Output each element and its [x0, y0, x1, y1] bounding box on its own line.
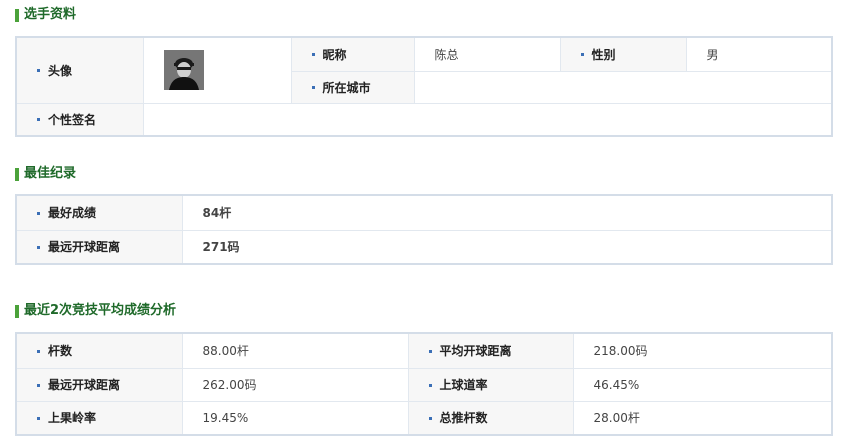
profile-panel: 头像 昵称 陈总 性别 男 所在城市 个性签名 — [15, 36, 833, 137]
profile-section-title: 选手资料 — [15, 7, 76, 23]
stat-value: 46.45% — [572, 367, 831, 402]
best-table: 最好成绩 84杆 最远开球距离 271码 — [17, 196, 831, 263]
nickname-label: 昵称 — [290, 38, 415, 72]
avatar-cell — [142, 38, 292, 104]
table-row: 杆数 88.00杆 平均开球距离 218.00码 — [17, 334, 831, 369]
city-label: 所在城市 — [291, 70, 415, 104]
stat-label: 平均开球距离 — [407, 334, 574, 369]
recent-table: 杆数 88.00杆 平均开球距离 218.00码 最远开球距离 262.00码 … — [17, 334, 831, 434]
recent-section-title: 最近2次竞技平均成绩分析 — [15, 303, 176, 319]
stat-label: 最远开球距离 — [17, 367, 183, 402]
best-panel: 最好成绩 84杆 最远开球距离 271码 — [15, 194, 833, 265]
avatar-label: 头像 — [17, 38, 144, 104]
longest-drive-label: 最远开球距离 — [17, 229, 183, 263]
gender-label: 性别 — [559, 38, 687, 72]
stat-value: 28.00杆 — [572, 400, 831, 434]
best-score-label: 最好成绩 — [17, 196, 183, 231]
longest-drive-value: 271码 — [181, 229, 831, 263]
stat-label: 杆数 — [17, 334, 183, 369]
avatar[interactable] — [163, 50, 204, 91]
stat-value: 262.00码 — [181, 367, 409, 402]
city-value — [413, 70, 831, 104]
table-row: 最远开球距离 262.00码 上球道率 46.45% — [17, 367, 831, 402]
nickname-value: 陈总 — [413, 38, 561, 72]
table-row: 上果岭率 19.45% 总推杆数 28.00杆 — [17, 400, 831, 434]
profile-table: 头像 昵称 陈总 性别 男 所在城市 个性签名 — [17, 38, 831, 135]
gender-value: 男 — [685, 38, 831, 72]
stat-label: 总推杆数 — [407, 400, 574, 434]
recent-panel: 杆数 88.00杆 平均开球距离 218.00码 最远开球距离 262.00码 … — [15, 332, 833, 436]
stat-label: 上果岭率 — [17, 400, 183, 434]
stat-label: 上球道率 — [407, 367, 574, 402]
stat-value: 88.00杆 — [181, 334, 409, 369]
user-silhouette-icon — [163, 50, 204, 91]
signature-value — [142, 102, 831, 135]
signature-label: 个性签名 — [17, 102, 144, 135]
stat-value: 19.45% — [181, 400, 409, 434]
stat-value: 218.00码 — [572, 334, 831, 369]
best-section-title: 最佳纪录 — [15, 166, 76, 182]
best-score-value: 84杆 — [181, 196, 831, 231]
